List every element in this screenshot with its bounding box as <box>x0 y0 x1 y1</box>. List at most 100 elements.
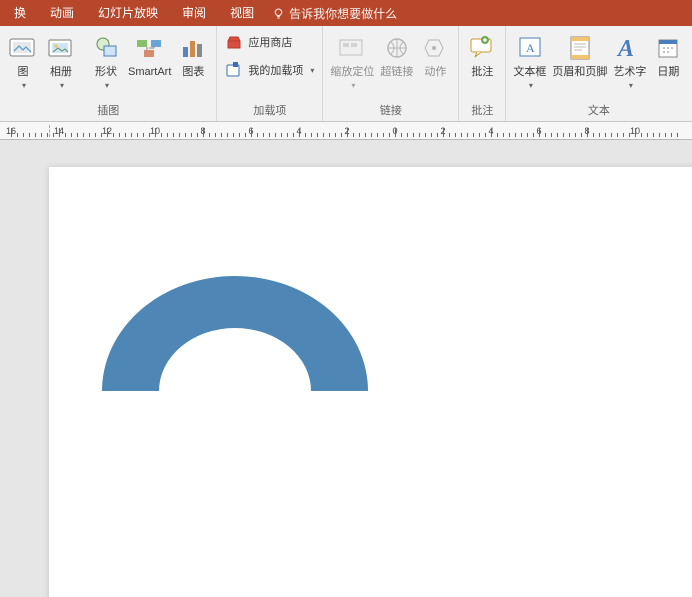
ruler-tick <box>17 133 18 137</box>
ruler-tick <box>23 133 24 137</box>
ruler-tick <box>167 133 168 137</box>
ruler-tick <box>377 133 378 137</box>
datetime-button[interactable]: 日期 <box>649 28 687 79</box>
ruler-tick <box>485 133 486 137</box>
ruler-tick <box>647 133 648 137</box>
wordart-icon: A <box>616 31 644 65</box>
ruler-tick <box>245 133 246 137</box>
chart-icon <box>180 31 206 65</box>
ruler-tick <box>197 133 198 137</box>
hyperlink-button[interactable]: 超链接 <box>377 28 416 79</box>
ruler-tick <box>473 133 474 137</box>
zoom-location-icon <box>337 31 367 65</box>
ruler-tick <box>479 133 480 137</box>
action-button[interactable]: 动作 <box>416 28 454 79</box>
shapes-label: 形状 <box>95 66 117 78</box>
group-links: 缩放定位▾ 超链接 动作 链接 <box>323 26 459 121</box>
slide-canvas[interactable] <box>49 167 692 597</box>
smartart-label: SmartArt <box>128 66 171 79</box>
dropdown-icon: ▾ <box>529 81 533 90</box>
ruler-tick <box>233 133 234 137</box>
tab-animation[interactable]: 动画 <box>38 0 86 26</box>
ruler-tick <box>161 133 162 137</box>
action-icon <box>422 31 448 65</box>
dropdown-icon: ▾ <box>351 81 355 90</box>
ruler-tick <box>155 128 156 137</box>
ruler-tick <box>227 133 228 137</box>
header-footer-button[interactable]: 页眉和页脚 <box>549 28 610 79</box>
myaddins-button[interactable]: 我的加载项 ▾ <box>225 59 314 81</box>
comment-button[interactable]: 批注 <box>463 28 501 79</box>
textbox-button[interactable]: A 文本框▾ <box>510 28 549 92</box>
album-button[interactable]: 相册▾ <box>42 28 80 92</box>
header-footer-label: 页眉和页脚 <box>552 66 607 79</box>
zoom-location-button[interactable]: 缩放定位▾ <box>327 28 377 92</box>
smartart-button[interactable]: SmartArt <box>125 28 174 79</box>
ruler-tick <box>65 133 66 137</box>
ruler-tick <box>509 133 510 137</box>
ruler-tick <box>293 133 294 137</box>
screenshot-icon <box>8 31 38 65</box>
dropdown-icon: ▾ <box>629 81 633 90</box>
ruler-tick <box>257 133 258 137</box>
ruler-tick <box>143 133 144 137</box>
ruler-tick <box>617 133 618 137</box>
ruler-tick <box>653 133 654 137</box>
tab-replace[interactable]: 换 <box>2 0 38 26</box>
hyperlink-label: 超链接 <box>380 66 413 79</box>
ruler-tick <box>437 133 438 137</box>
ruler-tick <box>221 133 222 137</box>
tell-me-search[interactable]: 告诉我你想要做什么 <box>272 5 397 22</box>
wordart-label: 艺术字 <box>613 66 646 78</box>
ruler-tick <box>557 133 558 137</box>
wordart-button[interactable]: A 艺术字 ▾ <box>610 28 649 92</box>
store-label: 应用商店 <box>248 34 292 50</box>
datetime-icon <box>656 31 680 65</box>
ruler-tick <box>569 133 570 137</box>
tab-review[interactable]: 审阅 <box>170 0 218 26</box>
ruler-tick <box>137 133 138 137</box>
shapes-button[interactable]: 形状▾ <box>87 28 125 92</box>
ruler-tick <box>551 133 552 137</box>
ruler-tick <box>635 128 636 137</box>
ruler-tick <box>587 128 588 137</box>
ruler-tick <box>539 128 540 137</box>
chart-label: 图表 <box>182 66 204 79</box>
arc-shape[interactable] <box>92 273 378 401</box>
chart-button[interactable]: 图表 <box>174 28 212 79</box>
ruler-tick <box>491 128 492 137</box>
tab-slideshow[interactable]: 幻灯片放映 <box>86 0 170 26</box>
shapes-icon <box>91 31 121 65</box>
ruler-tick <box>191 133 192 137</box>
ruler-tick <box>269 133 270 137</box>
screenshot-label: 图 <box>18 66 29 78</box>
tab-view[interactable]: 视图 <box>218 0 266 26</box>
store-button[interactable]: 应用商店 <box>225 31 314 53</box>
ruler-tick <box>29 133 30 137</box>
group-label-addins: 加载项 <box>221 100 318 121</box>
ruler-tick <box>419 133 420 137</box>
group-comments: 批注 批注 <box>459 26 506 121</box>
ruler-tick <box>263 133 264 137</box>
svg-text:A: A <box>526 41 535 55</box>
ruler-tick <box>575 133 576 137</box>
comment-icon <box>468 31 496 65</box>
ruler-tick <box>503 133 504 137</box>
ruler-tick <box>311 133 312 137</box>
slide-workspace[interactable] <box>0 140 692 597</box>
screenshot-button[interactable]: 图▾ <box>4 28 42 92</box>
ruler-tick <box>83 133 84 137</box>
smartart-icon <box>134 31 166 65</box>
ruler-tick <box>425 133 426 137</box>
ruler-tick <box>179 133 180 137</box>
ruler-tick <box>533 133 534 137</box>
store-icon <box>225 33 243 51</box>
ruler-tick <box>347 128 348 137</box>
ruler-tick <box>125 133 126 137</box>
ribbon: 图▾ 相册▾ 形状▾ SmartArt <box>0 26 692 122</box>
ruler-tick <box>323 133 324 137</box>
ruler-tick <box>443 128 444 137</box>
ruler-tick <box>215 133 216 137</box>
ruler-tick <box>623 133 624 137</box>
ruler-tick <box>407 133 408 137</box>
